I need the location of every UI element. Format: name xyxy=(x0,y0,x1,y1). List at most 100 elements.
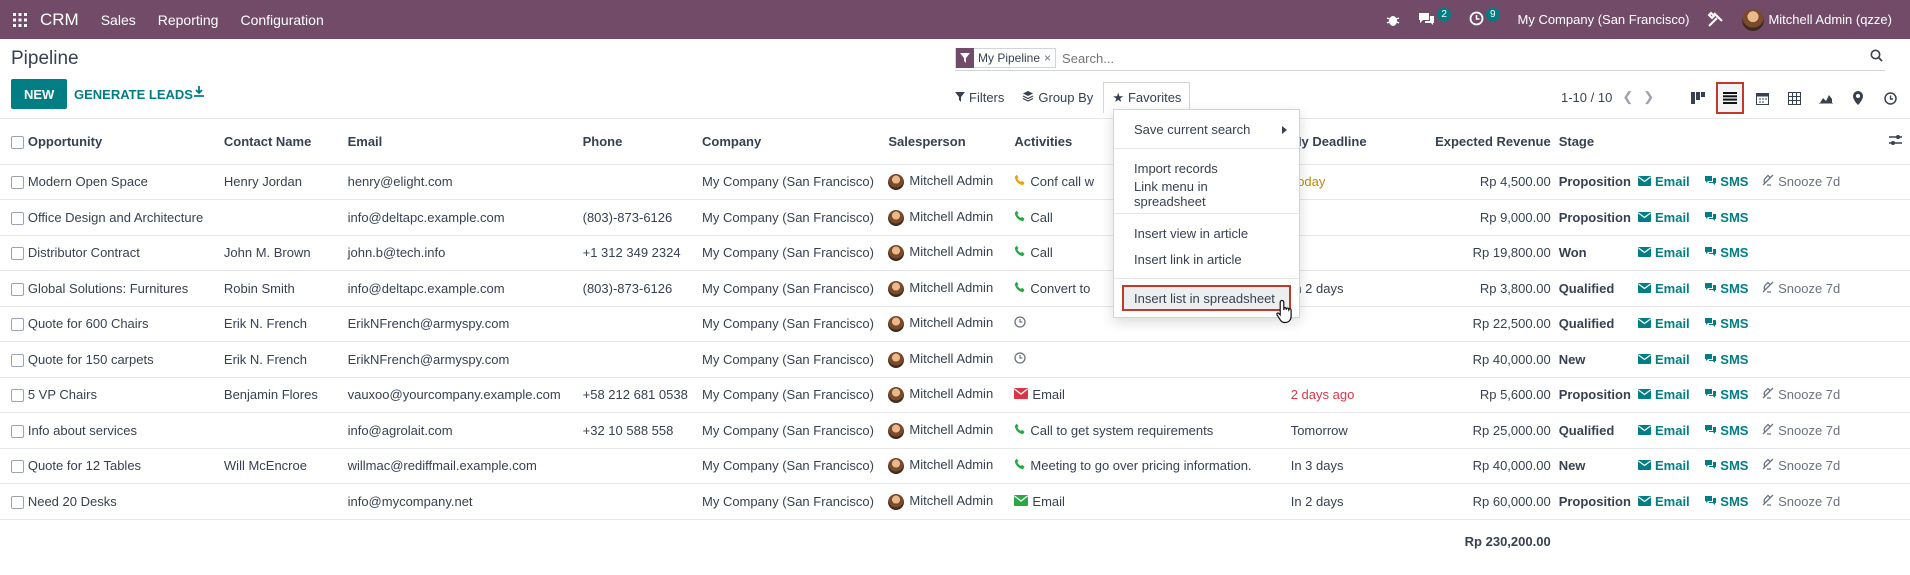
user-menu[interactable]: Mitchell Admin (qzze) xyxy=(1742,8,1892,31)
activity-summary[interactable]: Call xyxy=(1030,245,1052,260)
row-checkbox[interactable] xyxy=(11,176,24,190)
email-button[interactable]: Email xyxy=(1638,210,1690,225)
activities-button[interactable]: 9 xyxy=(1469,8,1500,29)
activities-cell[interactable] xyxy=(1014,341,1291,378)
deadline-cell[interactable]: 2 days ago xyxy=(1290,377,1433,413)
phone-cell[interactable]: +32 10 588 558 xyxy=(582,412,702,449)
sms-button[interactable]: SMS xyxy=(1704,245,1748,260)
email-cell[interactable]: ErikNFrench@armyspy.com xyxy=(347,341,583,378)
facet-remove-icon[interactable]: × xyxy=(1044,51,1055,65)
row-checkbox[interactable] xyxy=(11,353,24,367)
contact-cell[interactable]: Will McEncroe xyxy=(223,448,348,484)
snooze-button[interactable]: Snooze 7d xyxy=(1762,387,1840,402)
opportunity-cell[interactable]: Distributor Contract xyxy=(27,235,224,271)
snooze-button[interactable]: Snooze 7d xyxy=(1762,423,1840,438)
opportunity-cell[interactable]: Modern Open Space xyxy=(27,164,224,200)
phone-cell[interactable] xyxy=(582,341,702,378)
row-checkbox[interactable] xyxy=(11,211,24,225)
email-cell[interactable]: info@deltapc.example.com xyxy=(347,199,583,236)
col-stage[interactable]: Stage xyxy=(1558,120,1639,165)
activity-email-icon[interactable] xyxy=(1014,494,1029,509)
activity-phone-icon[interactable] xyxy=(1014,174,1026,189)
table-row[interactable]: Need 20 Desks info@mycompany.net My Compan… xyxy=(0,483,1910,520)
stage-cell[interactable]: New xyxy=(1558,341,1639,378)
email-button[interactable]: Email xyxy=(1638,458,1690,473)
table-row[interactable]: Global Solutions: Furnitures Robin Smith i… xyxy=(0,270,1910,307)
activity-phone-icon[interactable] xyxy=(1014,245,1026,260)
salesperson-cell[interactable]: Mitchell Admin xyxy=(888,412,1015,449)
deadline-cell[interactable] xyxy=(1290,199,1433,236)
groupby-toggle[interactable]: Group By xyxy=(1022,90,1093,105)
phone-cell[interactable] xyxy=(582,483,702,520)
optional-columns-icon[interactable] xyxy=(1889,134,1902,149)
sms-button[interactable]: SMS xyxy=(1704,316,1748,331)
pager-value[interactable]: 1-10 / 10 xyxy=(1561,90,1612,105)
revenue-cell[interactable]: Rp 9,000.00 xyxy=(1432,199,1559,236)
messages-button[interactable]: 2 xyxy=(1418,8,1451,29)
salesperson-cell[interactable]: Mitchell Admin xyxy=(888,483,1015,520)
company-cell[interactable]: My Company (San Francisco) xyxy=(702,341,889,378)
row-checkbox[interactable] xyxy=(11,318,24,332)
phone-cell[interactable] xyxy=(582,306,702,342)
salesperson-cell[interactable]: Mitchell Admin xyxy=(888,377,1015,413)
opportunity-cell[interactable]: Need 20 Desks xyxy=(27,483,224,520)
company-cell[interactable]: My Company (San Francisco) xyxy=(702,164,889,200)
salesperson-cell[interactable]: Mitchell Admin xyxy=(888,448,1015,484)
email-cell[interactable]: john.b@tech.info xyxy=(347,235,583,271)
revenue-cell[interactable]: Rp 3,800.00 xyxy=(1432,270,1559,307)
activity-summary[interactable]: Convert to xyxy=(1030,281,1090,296)
sms-button[interactable]: SMS xyxy=(1704,174,1748,189)
insert-view-article-item[interactable]: Insert view in article xyxy=(1114,220,1299,246)
contact-cell[interactable]: John M. Brown xyxy=(223,235,348,271)
email-cell[interactable]: info@deltapc.example.com xyxy=(347,270,583,307)
phone-cell[interactable]: +1 312 349 2324 xyxy=(582,235,702,271)
activity-phone-icon[interactable] xyxy=(1014,458,1026,473)
email-cell[interactable]: info@mycompany.net xyxy=(347,483,583,520)
email-button[interactable]: Email xyxy=(1638,387,1690,402)
stage-cell[interactable]: New xyxy=(1558,448,1639,484)
opportunity-cell[interactable]: Quote for 12 Tables xyxy=(27,448,224,484)
company-switcher[interactable]: My Company (San Francisco) xyxy=(1518,12,1690,27)
table-row[interactable]: Quote for 150 carpets Erik N. French ErikN… xyxy=(0,341,1910,378)
email-button[interactable]: Email xyxy=(1638,494,1690,509)
company-cell[interactable]: My Company (San Francisco) xyxy=(702,377,889,413)
kanban-view-icon[interactable] xyxy=(1682,83,1714,113)
company-cell[interactable]: My Company (San Francisco) xyxy=(702,199,889,236)
activity-summary[interactable]: Call to get system requirements xyxy=(1030,423,1213,438)
col-opportunity[interactable]: Opportunity xyxy=(27,120,224,165)
email-cell[interactable]: ErikNFrench@armyspy.com xyxy=(347,306,583,342)
deadline-cell[interactable]: Tomorrow xyxy=(1290,412,1433,449)
email-button[interactable]: Email xyxy=(1638,352,1690,367)
revenue-cell[interactable]: Rp 25,000.00 xyxy=(1432,412,1559,449)
col-salesperson[interactable]: Salesperson xyxy=(888,120,1015,165)
col-contact-name[interactable]: Contact Name xyxy=(223,120,348,165)
activity-summary[interactable]: Email xyxy=(1032,494,1065,509)
favorites-toggle[interactable]: ★ Favorites xyxy=(1103,81,1191,113)
snooze-button[interactable]: Snooze 7d xyxy=(1762,174,1840,189)
email-cell[interactable]: vauxoo@yourcompany.example.com xyxy=(347,377,583,413)
stage-cell[interactable]: Proposition xyxy=(1558,377,1639,413)
table-row[interactable]: Modern Open Space Henry Jordan henry@eligh… xyxy=(0,164,1910,200)
email-button[interactable]: Email xyxy=(1638,281,1690,296)
stage-cell[interactable]: Qualified xyxy=(1558,412,1639,449)
snooze-button[interactable]: Snooze 7d xyxy=(1762,281,1840,296)
download-icon[interactable] xyxy=(193,84,205,100)
activities-cell[interactable]: Call to get system requirements xyxy=(1014,412,1291,449)
revenue-cell[interactable]: Rp 4,500.00 xyxy=(1432,164,1559,200)
phone-cell[interactable] xyxy=(582,164,702,200)
col-expected-revenue[interactable]: Expected Revenue xyxy=(1432,120,1559,165)
table-row[interactable]: 5 VP Chairs Benjamin Flores vauxoo@yourcom… xyxy=(0,377,1910,413)
row-checkbox[interactable] xyxy=(11,460,24,474)
salesperson-cell[interactable]: Mitchell Admin xyxy=(888,199,1015,236)
phone-cell[interactable]: +58 212 681 0538 xyxy=(582,377,702,413)
opportunity-cell[interactable]: 5 VP Chairs xyxy=(27,377,224,413)
app-name[interactable]: CRM xyxy=(40,10,79,30)
opportunity-cell[interactable]: Quote for 150 carpets xyxy=(27,341,224,378)
contact-cell[interactable] xyxy=(223,412,348,449)
email-cell[interactable]: henry@elight.com xyxy=(347,164,583,200)
insert-list-spreadsheet-item[interactable]: Insert list in spreadsheet xyxy=(1122,285,1291,311)
import-records-item[interactable]: Import records xyxy=(1114,155,1299,181)
email-cell[interactable]: info@agrolait.com xyxy=(347,412,583,449)
email-button[interactable]: Email xyxy=(1638,423,1690,438)
activities-cell[interactable]: Email xyxy=(1014,377,1291,413)
